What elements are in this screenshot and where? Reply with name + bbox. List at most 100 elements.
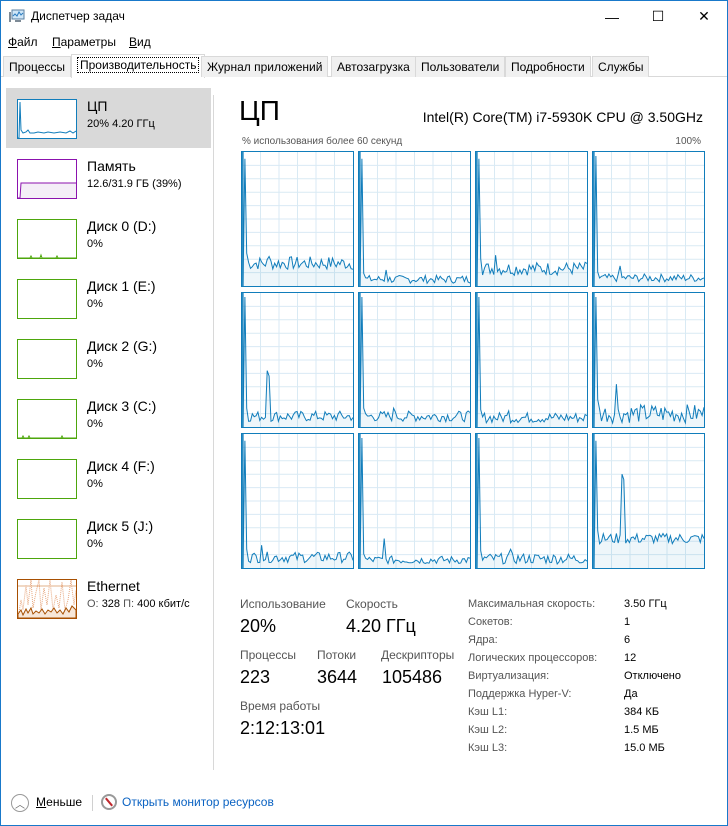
memory-thumbnail-graph — [17, 159, 77, 199]
menu-view-accel: В — [129, 35, 138, 49]
spec-hyperv-value: Да — [624, 688, 638, 700]
sidebar-item-disk-4[interactable]: Диск 4 (F:) 0% — [6, 448, 211, 508]
sidebar-item-memory-name: Память — [87, 158, 136, 174]
tab-processes[interactable]: Процессы — [3, 56, 72, 77]
cpu-graph-svg-9 — [359, 434, 470, 568]
menu-options[interactable]: Параметры — [52, 35, 116, 49]
sidebar-item-disk-3[interactable]: Диск 3 (C:) 0% — [6, 388, 211, 448]
spec-l2-value: 1.5 МБ — [624, 724, 659, 736]
menu-view-label: ид — [137, 35, 151, 49]
page-title: ЦП — [239, 95, 280, 126]
ethernet-send-label: О: — [87, 598, 99, 610]
spec-virtualization-label: Виртуализация: — [468, 670, 550, 682]
disk-0-thumbnail-graph — [17, 219, 77, 259]
cpu-graph-svg-8 — [242, 434, 353, 568]
disk-4-thumbnail-graph — [17, 459, 77, 499]
menu-view[interactable]: Вид — [129, 35, 151, 49]
spec-l1-value: 384 КБ — [624, 706, 660, 718]
sidebar-item-disk-4-name: Диск 4 (F:) — [87, 458, 155, 474]
close-button[interactable]: ✕ — [681, 1, 727, 32]
menu-options-label: араметры — [60, 35, 116, 49]
cpu-graph-svg-4 — [242, 293, 353, 427]
task-manager-window: Диспетчер задач — ☐ ✕ Файл Параметры Вид… — [0, 0, 728, 826]
sidebar-item-disk-1-name: Диск 1 (E:) — [87, 278, 156, 294]
tab-details[interactable]: Подробности — [505, 56, 591, 77]
sidebar-item-cpu[interactable]: ЦП 20% 4.20 ГГц — [6, 88, 211, 148]
cpu-graph-svg-2 — [476, 152, 587, 286]
title-bar: Диспетчер задач — ☐ ✕ — [1, 1, 727, 32]
cpu-graph-8 — [241, 433, 354, 569]
uptime-label: Время работы — [240, 699, 321, 713]
sidebar-item-disk-3-name: Диск 3 (C:) — [87, 398, 157, 414]
cpu-graph-svg-7 — [593, 293, 704, 427]
sidebar-item-ethernet-sub: О: 328 П: 400 кбит/с — [87, 598, 190, 610]
maximize-button[interactable]: ☐ — [635, 1, 681, 32]
processes-value: 223 — [240, 667, 271, 687]
tab-bar: Процессы Производительность Журнал прило… — [1, 54, 727, 78]
ethernet-send-value: 328 — [101, 598, 121, 610]
disk-0-thumbnail-line — [18, 253, 76, 258]
sidebar-item-disk-0[interactable]: Диск 0 (D:) 0% — [6, 208, 211, 268]
disk-1-thumbnail-graph — [17, 279, 77, 319]
minimize-button[interactable]: — — [589, 1, 635, 32]
resource-sidebar: ЦП 20% 4.20 ГГц Память 12.6/31.9 ГБ (39%… — [2, 87, 212, 771]
memory-thumbnail-fill — [18, 182, 76, 198]
logical-cpu-graph-grid — [241, 151, 705, 571]
ethernet-thumbnail-lines — [18, 580, 76, 618]
sidebar-item-disk-0-name: Диск 0 (D:) — [87, 218, 157, 234]
cpu-graph-6 — [475, 292, 588, 428]
spec-cores-label: Ядра: — [468, 634, 498, 646]
tab-services-label: Службы — [598, 60, 644, 74]
chevron-up-icon[interactable]: ︿ — [11, 794, 29, 812]
speed-label: Скорость — [346, 597, 398, 611]
sidebar-divider[interactable] — [213, 95, 214, 770]
sidebar-item-memory-sub: 12.6/31.9 ГБ (39%) — [87, 178, 182, 190]
sidebar-item-ethernet[interactable]: Ethernet О: 328 П: 400 кбит/с — [6, 568, 211, 628]
spec-l3-label: Кэш L3: — [468, 742, 508, 754]
cpu-graph-11 — [592, 433, 705, 569]
threads-value: 3644 — [317, 667, 358, 687]
menu-options-accel: П — [52, 35, 61, 49]
sidebar-item-disk-5[interactable]: Диск 5 (J:) 0% — [6, 508, 211, 568]
spec-sockets-label: Сокетов: — [468, 616, 513, 628]
tab-startup[interactable]: Автозагрузка — [331, 56, 416, 77]
cpu-graph-7 — [592, 292, 705, 428]
footer-separator — [92, 795, 93, 811]
spec-l2-label: Кэш L2: — [468, 724, 508, 736]
spec-hyperv-label: Поддержка Hyper-V: — [468, 688, 572, 700]
minimize-icon: — — [605, 8, 619, 25]
close-icon: ✕ — [698, 8, 710, 24]
ethernet-thumbnail-graph — [17, 579, 77, 619]
tab-startup-label: Автозагрузка — [337, 60, 410, 74]
fewer-details-button[interactable]: Меньше — [36, 795, 82, 809]
tab-services[interactable]: Службы — [592, 56, 650, 77]
menu-file-accel: Ф — [8, 35, 18, 49]
cpu-graph-3 — [592, 151, 705, 287]
sidebar-item-disk-2[interactable]: Диск 2 (G:) 0% — [6, 328, 211, 388]
open-resource-monitor-link[interactable]: Открыть монитор ресурсов — [122, 795, 274, 809]
footer-bar: ︿ Меньше Открыть монитор ресурсов — [1, 785, 727, 819]
sidebar-item-memory[interactable]: Память 12.6/31.9 ГБ (39%) — [6, 148, 211, 208]
tab-details-label: Подробности — [511, 60, 585, 74]
tab-app-history[interactable]: Журнал приложений — [201, 56, 329, 77]
tab-users[interactable]: Пользователи — [415, 56, 506, 77]
sidebar-item-disk-1[interactable]: Диск 1 (E:) 0% — [6, 268, 211, 328]
menu-file[interactable]: Файл — [8, 35, 38, 49]
cpu-thumbnail-graph — [17, 99, 77, 139]
cpu-graph-svg-5 — [359, 293, 470, 427]
cpu-graph-0 — [241, 151, 354, 287]
sidebar-item-disk-4-sub: 0% — [87, 478, 103, 490]
fewer-details-label: еньше — [46, 795, 82, 809]
spec-logical-value: 12 — [624, 652, 637, 664]
spec-logical-label: Логических процессоров: — [468, 652, 598, 664]
cpu-graph-svg-10 — [476, 434, 587, 568]
window-title: Диспетчер задач — [31, 9, 125, 23]
disk-2-thumbnail-graph — [17, 339, 77, 379]
spec-l3-value: 15.0 МБ — [624, 742, 665, 754]
sidebar-item-disk-2-name: Диск 2 (G:) — [87, 338, 158, 354]
tab-performance[interactable]: Производительность — [71, 54, 206, 78]
maximize-icon: ☐ — [651, 8, 665, 24]
cpu-graph-svg-6 — [476, 293, 587, 427]
cpu-graph-svg-11 — [593, 434, 704, 568]
sidebar-item-disk-1-sub: 0% — [87, 298, 103, 310]
